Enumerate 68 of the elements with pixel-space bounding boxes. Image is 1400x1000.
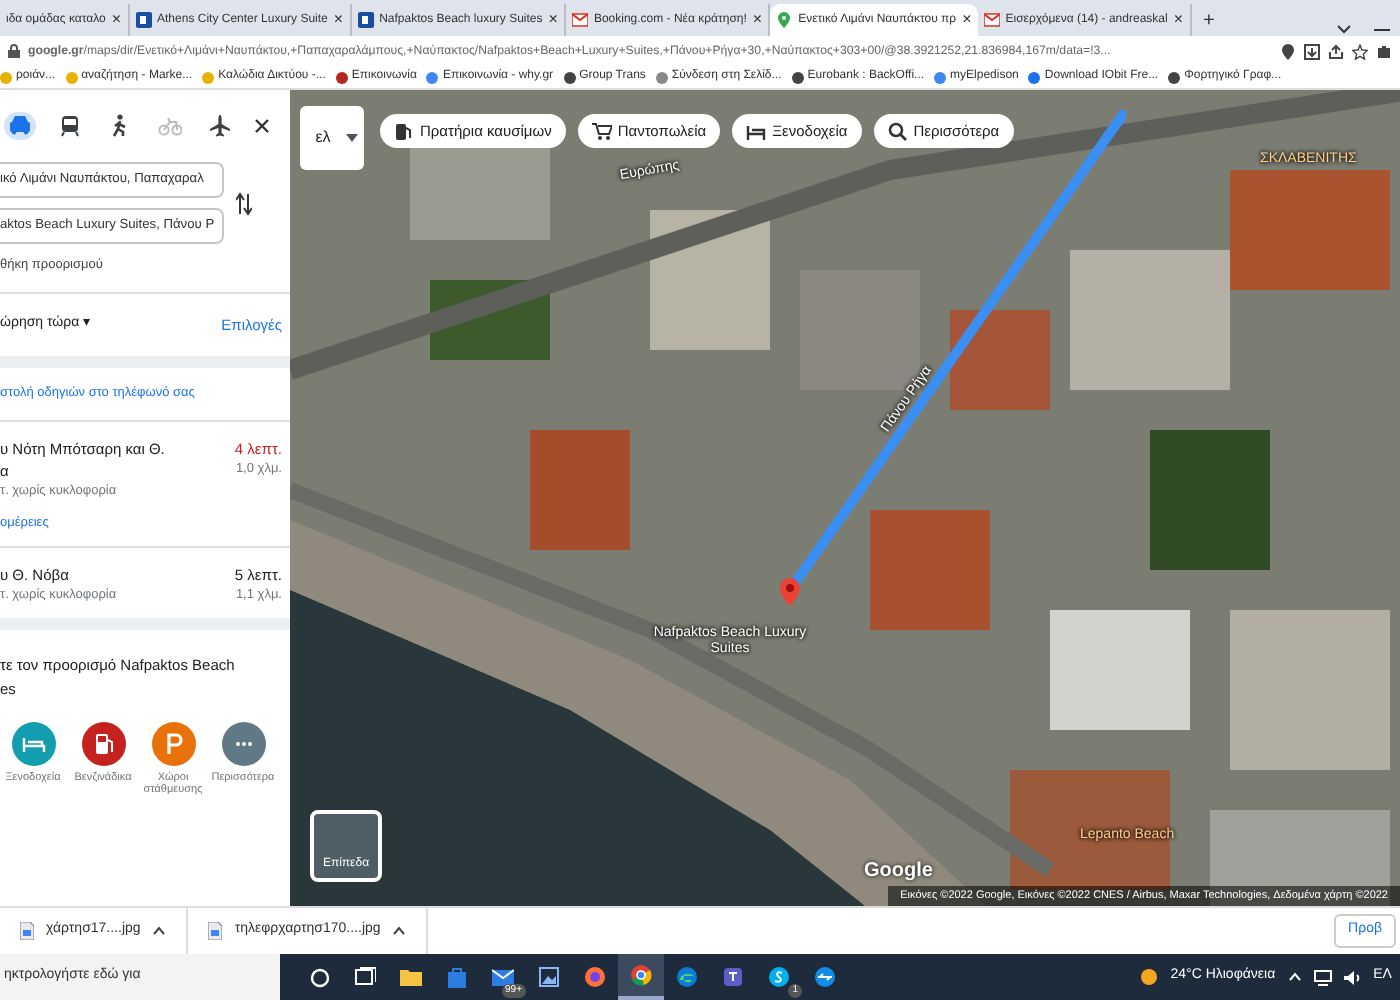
parking-icon (161, 731, 185, 756)
site-icon (426, 71, 439, 83)
round-app-icon[interactable] (630, 964, 652, 986)
category-button[interactable] (151, 721, 195, 766)
star-icon[interactable] (1352, 43, 1368, 59)
airplane-icon (208, 114, 232, 138)
tab-close-button[interactable]: × (111, 8, 122, 32)
category-button[interactable] (221, 721, 265, 766)
task-view-icon[interactable] (354, 966, 376, 988)
map-pin-icon[interactable] (1280, 43, 1296, 59)
circle-icon[interactable] (309, 967, 329, 987)
square-icon (357, 12, 374, 28)
image-file-icon (20, 922, 34, 940)
square-app-icon[interactable] (722, 966, 744, 988)
caret-up-icon[interactable] (152, 926, 167, 936)
bicycle-icon (158, 114, 182, 138)
shopping-bag-icon[interactable] (446, 966, 468, 988)
site-icon (934, 71, 947, 83)
site-icon (791, 71, 804, 83)
chevron-down-icon[interactable] (1336, 24, 1352, 36)
category-button[interactable] (11, 721, 55, 766)
tab-close-button[interactable]: × (1173, 8, 1183, 32)
speaker-icon[interactable] (1343, 969, 1362, 985)
fuel-pump-icon (394, 121, 414, 142)
site-icon (655, 71, 668, 83)
site-icon (563, 71, 576, 83)
envelope-icon (571, 12, 588, 28)
round-app-icon[interactable] (676, 966, 698, 988)
lock-icon (8, 44, 20, 58)
travel-mode-tab[interactable] (4, 112, 36, 140)
round-app-icon[interactable] (768, 966, 790, 988)
install-icon[interactable] (1304, 43, 1320, 59)
site-icon (202, 71, 215, 83)
square-icon (135, 12, 152, 28)
share-icon[interactable] (1328, 43, 1344, 59)
envelope-icon (983, 12, 1000, 28)
search-icon (887, 121, 908, 142)
close-icon[interactable] (254, 118, 270, 134)
caret-up-icon[interactable] (392, 926, 407, 936)
sun-icon (1140, 968, 1159, 986)
photo-icon[interactable] (538, 966, 560, 988)
site-icon (1028, 71, 1041, 83)
round-app-icon[interactable] (814, 966, 836, 988)
bed-icon (746, 121, 767, 142)
map-logo: Google (864, 858, 933, 886)
tab-close-button[interactable]: × (752, 8, 763, 32)
envelope-icon[interactable] (492, 966, 514, 988)
swap-icon[interactable] (236, 191, 252, 215)
tab-close-button[interactable]: × (962, 8, 972, 32)
caret-icon (346, 134, 358, 142)
minimize-icon[interactable] (1372, 24, 1392, 36)
site-icon (0, 71, 12, 83)
tab-close-button[interactable]: × (333, 8, 344, 32)
new-tab-button[interactable]: + (1191, 6, 1227, 36)
car-icon (8, 114, 32, 138)
cart-icon (591, 121, 612, 142)
tab-close-button[interactable]: × (548, 8, 558, 32)
image-file-icon (208, 922, 223, 940)
map-pin-icon (776, 12, 793, 28)
site-icon (335, 71, 348, 83)
site-icon (1168, 71, 1181, 83)
fuel-pump-icon (91, 731, 115, 756)
category-button[interactable] (81, 721, 125, 766)
folder-icon[interactable] (400, 966, 422, 988)
bus-icon (58, 114, 82, 138)
map-pin-icon (780, 578, 800, 606)
site-icon (65, 71, 78, 83)
travel-mode-tab[interactable] (204, 112, 236, 140)
